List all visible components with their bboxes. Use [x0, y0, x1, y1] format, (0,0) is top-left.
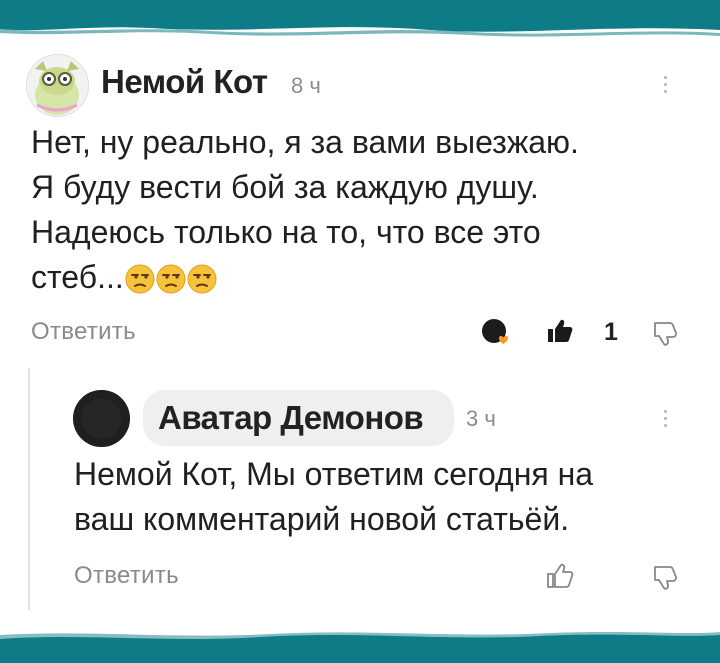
emoji-group	[124, 261, 217, 306]
reply-author[interactable]: Аватар Демонов	[158, 399, 424, 437]
dislike-icon[interactable]	[652, 320, 680, 348]
comment-text-line: Я буду вести бой за каждую душу.	[31, 169, 539, 205]
comment: Немой Кот 8 ч Нет, ну реально, я за вами…	[0, 0, 720, 360]
like-icon[interactable]	[545, 561, 575, 591]
unamused-face-icon	[187, 264, 217, 294]
comment-time: 8 ч	[291, 73, 321, 98]
avatar[interactable]	[73, 390, 130, 447]
comment-text: Нет, ну реально, я за вами выезжаю. Я бу…	[31, 120, 711, 306]
dark-avatar-icon	[73, 390, 130, 447]
reply-text-line: Немой Кот, Мы ответим сегодня на	[74, 456, 594, 492]
bottom-decorative-band	[0, 632, 720, 663]
comment-text-line: Надеюсь только на то, что все это	[31, 214, 541, 250]
cat-avatar-icon	[27, 55, 88, 116]
reply-text-line: ваш комментарий новой статьёй.	[74, 501, 570, 537]
like-icon[interactable]	[545, 316, 575, 346]
author-heart-icon	[482, 319, 509, 344]
more-options-icon[interactable]	[664, 410, 670, 431]
like-count: 1	[604, 318, 618, 346]
comment-author[interactable]: Немой Кот	[101, 63, 268, 101]
dislike-icon[interactable]	[652, 564, 680, 592]
reply-time: 3 ч	[466, 406, 496, 431]
reply-button[interactable]: Ответить	[74, 562, 179, 590]
reply-text: Немой Кот, Мы ответим сегодня на ваш ком…	[74, 452, 714, 542]
more-options-icon[interactable]	[664, 76, 670, 97]
comment-text-line: стеб...	[31, 259, 124, 295]
unamused-face-icon	[125, 264, 155, 294]
reply-comment: Аватар Демонов 3 ч Немой Кот, Мы ответим…	[0, 360, 720, 610]
comment-text-line: Нет, ну реально, я за вами выезжаю.	[31, 124, 579, 160]
reply-button[interactable]: Ответить	[31, 318, 136, 346]
unamused-face-icon	[156, 264, 186, 294]
avatar[interactable]	[26, 54, 89, 117]
